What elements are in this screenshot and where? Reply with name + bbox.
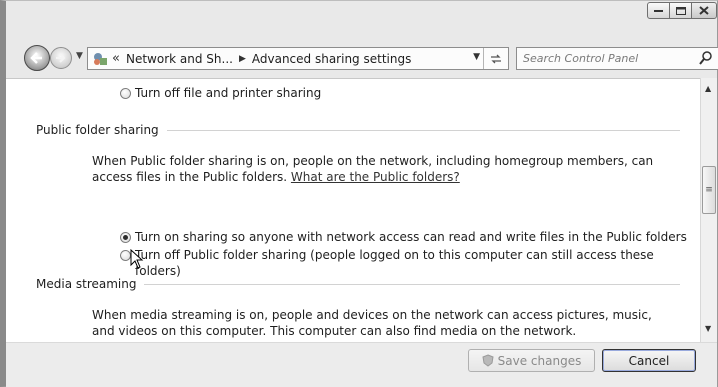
- section-divider: [144, 283, 680, 285]
- address-bar[interactable]: « Network and Sh... ▶ Advanced sharing s…: [87, 47, 509, 70]
- section-divider: [166, 129, 680, 131]
- radio-label: Turn off file and printer sharing: [135, 86, 322, 100]
- refresh-icon: [491, 54, 501, 63]
- radio-label: Turn off Public folder sharing (people l…: [135, 248, 654, 278]
- button-bar: Save changes Cancel: [6, 342, 717, 387]
- file-sharing-off-option[interactable]: Turn off file and printer sharing: [120, 85, 321, 101]
- search-icon: [699, 51, 712, 65]
- refresh-button[interactable]: [483, 48, 508, 69]
- minimize-button[interactable]: [647, 2, 670, 19]
- search-placeholder: Search Control Panel: [523, 52, 639, 65]
- close-button[interactable]: [691, 2, 717, 19]
- radio-button[interactable]: [120, 88, 131, 99]
- section-title: Public folder sharing: [36, 123, 159, 137]
- uac-shield-icon: [482, 354, 494, 367]
- public-folder-description: When Public folder sharing is on, people…: [92, 153, 672, 185]
- breadcrumb-overflow[interactable]: «: [112, 51, 120, 66]
- public-sharing-off-option[interactable]: Turn off Public folder sharing (people l…: [120, 247, 660, 279]
- media-streaming-description: When media streaming is on, people and d…: [92, 307, 672, 339]
- back-button[interactable]: [24, 45, 50, 71]
- address-dropdown-icon[interactable]: ▼: [473, 52, 480, 62]
- recent-pages-dropdown[interactable]: ▼: [76, 51, 83, 61]
- forward-button[interactable]: [50, 47, 72, 69]
- settings-content: Turn off file and printer sharing Public…: [6, 78, 700, 343]
- maximize-icon: [675, 6, 686, 15]
- close-icon: [699, 6, 709, 15]
- control-panel-icon: [92, 52, 110, 66]
- vertical-scrollbar[interactable]: ▲ ≡ ▼: [700, 78, 717, 342]
- breadcrumb-network-and-sharing[interactable]: Network and Sh...: [126, 52, 233, 66]
- description-text: When media streaming is on, people and d…: [92, 308, 652, 338]
- save-changes-button[interactable]: Save changes: [468, 349, 595, 372]
- save-label: Save changes: [497, 353, 582, 368]
- maximize-button[interactable]: [669, 2, 692, 19]
- navigation-bar: ▼ « Network and Sh... ▶ Advanced sharing…: [12, 41, 718, 75]
- back-arrow-icon: [30, 52, 42, 64]
- minimize-icon: [654, 9, 663, 12]
- media-streaming-header: Media streaming: [36, 277, 680, 291]
- forward-arrow-icon: [56, 53, 66, 63]
- radio-button-selected[interactable]: [120, 232, 131, 243]
- breadcrumb-separator-icon[interactable]: ▶: [239, 54, 246, 64]
- scroll-up-icon[interactable]: ▲: [705, 84, 711, 93]
- search-input[interactable]: Search Control Panel: [516, 47, 718, 70]
- mouse-cursor-icon: [130, 249, 144, 269]
- public-folders-help-link[interactable]: What are the Public folders?: [291, 170, 460, 184]
- cancel-button[interactable]: Cancel: [602, 349, 696, 372]
- caption-buttons: [647, 2, 717, 19]
- breadcrumb-advanced-sharing[interactable]: Advanced sharing settings: [252, 52, 411, 66]
- radio-label: Turn on sharing so anyone with network a…: [135, 230, 687, 244]
- section-title: Media streaming: [36, 277, 137, 291]
- scroll-thumb[interactable]: ≡: [702, 166, 716, 214]
- cancel-label: Cancel: [628, 353, 670, 368]
- public-folder-sharing-header: Public folder sharing: [36, 123, 680, 137]
- public-sharing-on-option[interactable]: Turn on sharing so anyone with network a…: [120, 229, 690, 245]
- scroll-down-icon[interactable]: ▼: [705, 324, 711, 333]
